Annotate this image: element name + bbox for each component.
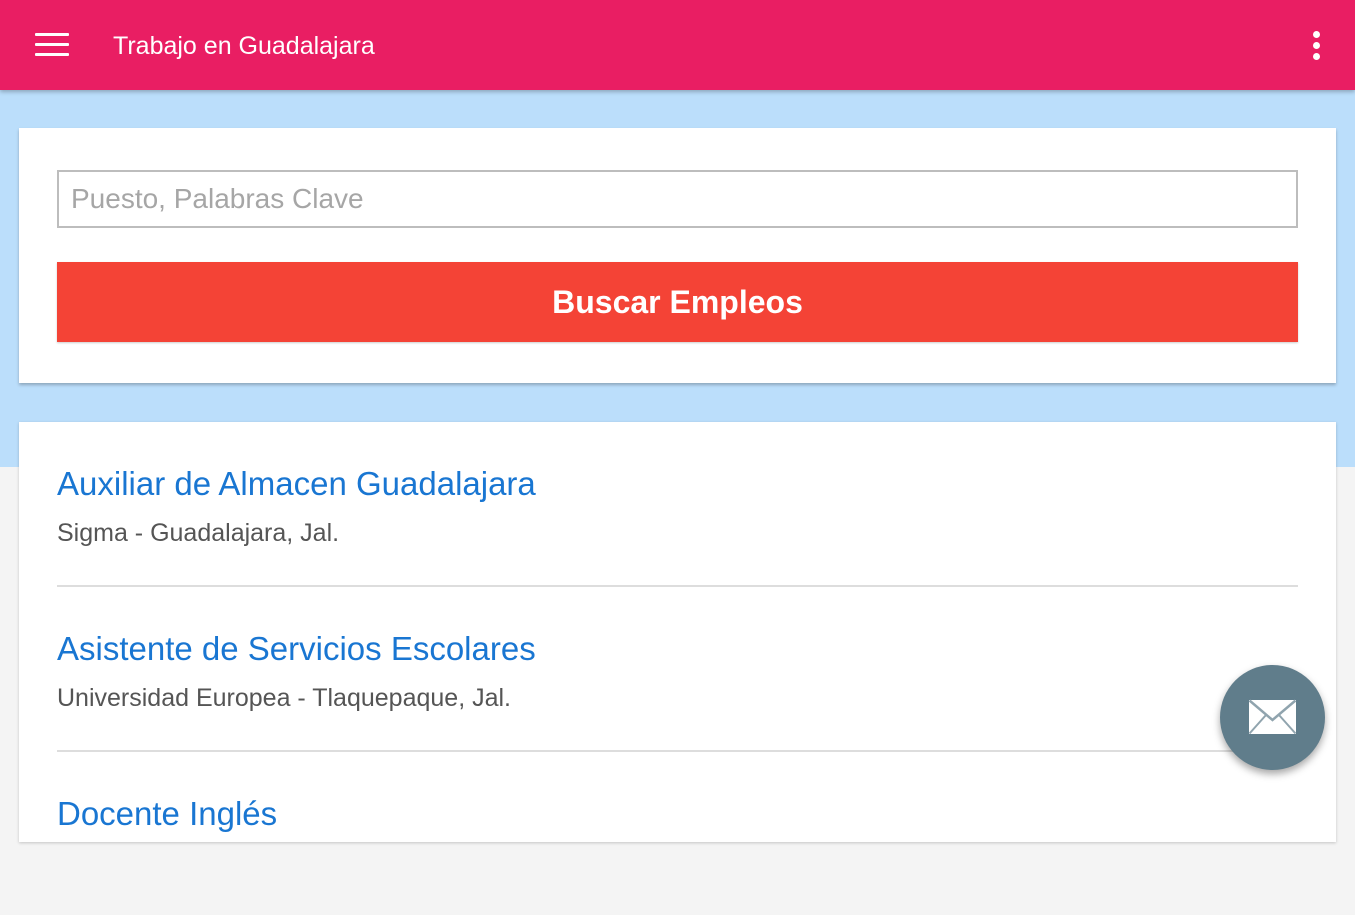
job-list-item[interactable]: Docente Inglés xyxy=(57,752,1298,915)
job-list-item[interactable]: Asistente de Servicios Escolares Univers… xyxy=(57,587,1298,752)
job-title[interactable]: Auxiliar de Almacen Guadalajara xyxy=(57,464,536,504)
more-vert-icon-dot xyxy=(1313,42,1320,49)
app-bar: Trabajo en Guadalajara xyxy=(0,0,1355,90)
app-title: Trabajo en Guadalajara xyxy=(113,32,375,60)
hamburger-menu-icon xyxy=(35,33,69,36)
job-title[interactable]: Docente Inglés xyxy=(57,794,277,834)
more-vert-icon xyxy=(1313,31,1320,38)
job-company-location: Sigma - Guadalajara, Jal. xyxy=(57,519,340,547)
search-card: Buscar Empleos xyxy=(19,128,1336,383)
contact-fab-button[interactable] xyxy=(1220,665,1325,770)
search-input[interactable] xyxy=(57,170,1298,228)
menu-button[interactable] xyxy=(24,20,80,70)
job-title[interactable]: Asistente de Servicios Escolares xyxy=(57,629,536,669)
job-results-list: Auxiliar de Almacen Guadalajara Sigma - … xyxy=(19,422,1336,842)
hamburger-menu-icon-bar xyxy=(35,53,69,56)
job-list-item[interactable]: Auxiliar de Almacen Guadalajara Sigma - … xyxy=(57,422,1298,587)
mail-icon xyxy=(1248,699,1297,735)
overflow-menu-button[interactable] xyxy=(1295,22,1335,70)
job-company-location: Universidad Europea - Tlaquepaque, Jal. xyxy=(57,684,511,712)
more-vert-icon-dot xyxy=(1313,53,1320,60)
search-jobs-button[interactable]: Buscar Empleos xyxy=(57,262,1298,342)
hamburger-menu-icon-bar xyxy=(35,43,69,46)
